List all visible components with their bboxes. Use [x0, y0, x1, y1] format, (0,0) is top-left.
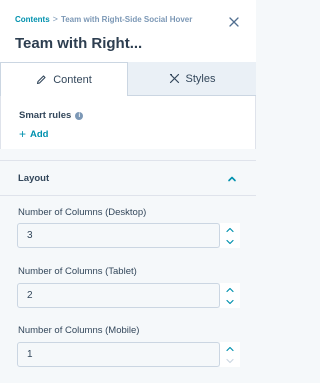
chevron-up-icon [228, 176, 236, 182]
columns-tablet-decrement[interactable] [220, 296, 240, 308]
breadcrumb-separator: > [52, 14, 58, 24]
chevron-up-icon [226, 227, 234, 232]
tab-styles-label: Styles [185, 72, 216, 85]
close-button[interactable] [226, 14, 242, 30]
smart-rules-section: Smart rules i + Add [0, 96, 256, 149]
smart-rules-label-row: Smart rules i [19, 110, 84, 121]
columns-mobile-label: Number of Columns (Mobile) [18, 325, 140, 336]
chevron-up-icon [226, 287, 234, 292]
sidebar-header: Contents > Team with Right-Side Social H… [0, 0, 256, 62]
columns-mobile-stepper [220, 342, 240, 367]
chevron-down-icon [226, 358, 234, 363]
columns-desktop-increment[interactable] [220, 224, 240, 236]
pencil-icon [37, 75, 46, 85]
breadcrumb: Contents > Team with Right-Side Social H… [15, 14, 192, 24]
tab-content-label: Content [53, 73, 92, 86]
columns-desktop-input[interactable] [17, 223, 220, 248]
columns-desktop-stepper [220, 223, 240, 248]
paint-tools-icon [169, 73, 179, 84]
add-smart-rule-label: Add [30, 128, 49, 140]
columns-tablet-increment[interactable] [220, 284, 240, 296]
breadcrumb-current: Team with Right-Side Social Hover [60, 14, 193, 24]
columns-mobile-input[interactable] [17, 342, 220, 367]
breadcrumb-link-contents[interactable]: Contents [15, 15, 50, 24]
info-icon[interactable]: i [75, 111, 84, 120]
columns-tablet-label: Number of Columns (Tablet) [18, 266, 137, 277]
columns-tablet-stepper [220, 283, 240, 308]
chevron-down-icon [226, 239, 234, 244]
layout-section-title: Layout [18, 173, 50, 184]
editor-tabs: Content Styles [0, 62, 256, 96]
columns-desktop-label: Number of Columns (Desktop) [18, 207, 147, 218]
columns-mobile-decrement[interactable] [220, 355, 240, 367]
smart-rules-label: Smart rules [19, 110, 72, 121]
chevron-up-icon [226, 346, 234, 351]
page-title: Team with Right... [15, 35, 143, 52]
columns-tablet-input[interactable] [17, 283, 220, 308]
columns-desktop-decrement[interactable] [220, 236, 240, 248]
add-smart-rule-button[interactable]: + Add [19, 128, 48, 140]
plus-icon: + [19, 127, 27, 141]
columns-mobile-increment[interactable] [220, 343, 240, 355]
chevron-down-icon [226, 299, 234, 304]
tab-content[interactable]: Content [0, 62, 128, 96]
layout-section-header[interactable]: Layout [0, 160, 256, 196]
close-icon [229, 17, 239, 27]
tab-styles[interactable]: Styles [128, 62, 256, 96]
